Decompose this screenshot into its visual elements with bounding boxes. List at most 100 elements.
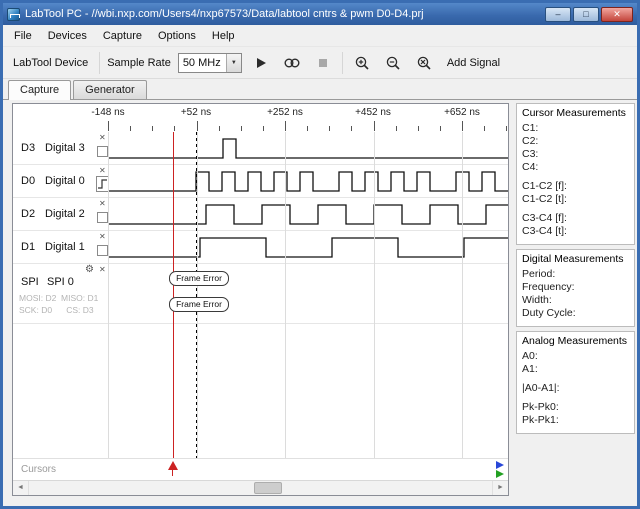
gear-icon[interactable]: ⚙ — [85, 264, 94, 275]
toolbar: LabTool Device Sample Rate 50 MHz ▼ Add … — [3, 46, 637, 79]
frame-error-badge: Frame Error — [169, 297, 229, 312]
menu-help[interactable]: Help — [204, 27, 243, 45]
menu-bar: File Devices Capture Options Help — [3, 25, 637, 46]
measurement-label: C1: — [522, 122, 539, 134]
axis-ticks — [108, 121, 507, 131]
window-title: LabTool PC - //wbi.nxp.com/Users4/nxp675… — [25, 8, 424, 20]
measurement-label: A1: — [522, 363, 538, 375]
zoom-out-icon — [386, 56, 400, 70]
menu-capture[interactable]: Capture — [95, 27, 150, 45]
measurement-label: Width: — [522, 294, 552, 306]
measurement-label: Pk-Pk1: — [522, 414, 559, 426]
add-signal-button[interactable]: Add Signal — [443, 53, 504, 73]
continuous-capture-button[interactable] — [280, 51, 304, 75]
maximize-button[interactable]: □ — [573, 6, 599, 22]
signal-row-d2: D2 Digital 2 ✕ — [13, 198, 508, 231]
scrollbar-thumb[interactable] — [254, 482, 282, 494]
sample-rate-label: Sample Rate — [107, 56, 171, 69]
signal-id: D3 — [21, 142, 36, 154]
sample-rate-select[interactable]: 50 MHz ▼ — [177, 52, 242, 73]
play-icon — [256, 57, 266, 68]
scroll-left-icon[interactable]: ◄ — [13, 481, 29, 495]
waveform-d3 — [108, 138, 508, 159]
measurement-label: C1-C2 [f]: — [522, 180, 567, 192]
remove-signal-icon[interactable]: ✕ — [99, 265, 106, 274]
signal-id: D2 — [21, 208, 36, 220]
waveform-d1 — [108, 237, 508, 258]
signal-name: Digital 3 — [45, 142, 85, 154]
waveform-plot: -148 ns +52 ns +252 ns +452 ns +652 ns D… — [12, 103, 509, 496]
measurement-label: Period: — [522, 268, 556, 280]
toolbar-separator — [99, 51, 101, 74]
menu-file[interactable]: File — [6, 27, 40, 45]
menu-devices[interactable]: Devices — [40, 27, 95, 45]
spi-mapping-sck-cs: SCK: D0 CS: D3 — [19, 305, 94, 315]
zoom-in-icon — [355, 56, 369, 70]
measurement-label: C4: — [522, 161, 539, 173]
chevron-down-icon: ▼ — [225, 53, 241, 72]
trigger-checkbox[interactable] — [97, 245, 108, 256]
scroll-right-icon[interactable]: ► — [492, 481, 508, 495]
signal-name: SPI 0 — [47, 276, 74, 288]
labtool-device-button[interactable]: LabTool Device — [9, 53, 92, 73]
measurements-panel: Cursor Measurements C1: C2: C3: C4: C1-C2 [f… — [516, 103, 635, 438]
zoom-out-button[interactable] — [381, 51, 405, 75]
measurement-label: C3-C4 [f]: — [522, 212, 567, 224]
frame-error-badge: Frame Error — [169, 271, 229, 286]
signal-name: Digital 2 — [45, 208, 85, 220]
sample-rate-value: 50 MHz — [182, 56, 221, 69]
close-button[interactable]: ✕ — [601, 6, 633, 22]
analog-measurements-box: Analog Measurements A0: A1: |A0-A1|: Pk-Pk0… — [516, 331, 635, 434]
measurement-label: Pk-Pk0: — [522, 401, 559, 413]
cursors-track: Cursors — [13, 458, 508, 480]
tab-capture[interactable]: Capture — [8, 80, 72, 100]
cursor-arrow-green-icon[interactable] — [496, 470, 505, 479]
app-icon — [7, 7, 20, 21]
remove-signal-icon[interactable]: ✕ — [99, 166, 106, 175]
remove-signal-icon[interactable]: ✕ — [99, 232, 106, 241]
trigger-marker[interactable] — [168, 461, 178, 476]
time-axis: -148 ns +52 ns +252 ns +452 ns +652 ns — [13, 104, 508, 132]
zoom-all-button[interactable] — [412, 51, 436, 75]
measurement-label: C2: — [522, 135, 539, 147]
trigger-checkbox[interactable] — [97, 212, 108, 223]
empty-plot-space — [13, 324, 508, 458]
waveform-d2 — [108, 204, 508, 225]
cursor-measurements-title: Cursor Measurements — [522, 107, 626, 119]
menu-options[interactable]: Options — [150, 27, 204, 45]
zoom-in-button[interactable] — [350, 51, 374, 75]
signal-row-spi: SPI SPI 0 ⚙ ✕ MOSI: D2 MISO: D1 SCK: D0 … — [13, 264, 508, 324]
measurement-label: |A0-A1|: — [522, 382, 560, 394]
toolbar-separator — [341, 51, 343, 74]
horizontal-scrollbar[interactable]: ◄ ► — [13, 480, 508, 495]
measurement-label: C3: — [522, 148, 539, 160]
measurement-label: C1-C2 [t]: — [522, 193, 567, 205]
digital-measurements-title: Digital Measurements — [522, 253, 624, 265]
signal-name: Digital 1 — [45, 241, 85, 253]
spi-mapping-mosi-miso: MOSI: D2 MISO: D1 — [19, 293, 99, 303]
cursors-label: Cursors — [21, 464, 57, 475]
window-controls: – □ ✕ — [545, 6, 633, 22]
measurement-label: A0: — [522, 350, 538, 362]
analog-measurements-title: Analog Measurements — [522, 335, 628, 347]
continuous-capture-icon — [284, 58, 300, 67]
analog-measurements-list: A0: A1: |A0-A1|: Pk-Pk0: Pk-Pk1: — [522, 350, 629, 427]
cursor-measurements-box: Cursor Measurements C1: C2: C3: C4: C1-C2 [f… — [516, 103, 635, 245]
run-capture-button[interactable] — [249, 51, 273, 75]
zoom-all-icon — [417, 56, 431, 70]
stop-capture-button[interactable] — [311, 51, 335, 75]
minimize-button[interactable]: – — [545, 6, 571, 22]
measurement-label: Frequency: — [522, 281, 575, 293]
remove-signal-icon[interactable]: ✕ — [99, 199, 106, 208]
tab-generator[interactable]: Generator — [73, 80, 147, 99]
signal-id: SPI — [21, 276, 39, 288]
trigger-checkbox[interactable] — [97, 146, 108, 157]
tab-bar: Capture Generator — [3, 79, 637, 100]
cursor-measurements-list: C1: C2: C3: C4: C1-C2 [f]: C1-C2 [t]: C3-C4 [f… — [522, 122, 629, 238]
signal-name: Digital 0 — [45, 175, 85, 187]
title-bar[interactable]: LabTool PC - //wbi.nxp.com/Users4/nxp675… — [3, 3, 637, 25]
capture-page: -148 ns +52 ns +252 ns +452 ns +652 ns D… — [3, 100, 637, 506]
cursor-arrow-blue-icon[interactable] — [496, 461, 505, 470]
digital-measurements-box: Digital Measurements Period: Frequency: Wi… — [516, 249, 635, 327]
remove-signal-icon[interactable]: ✕ — [99, 133, 106, 142]
